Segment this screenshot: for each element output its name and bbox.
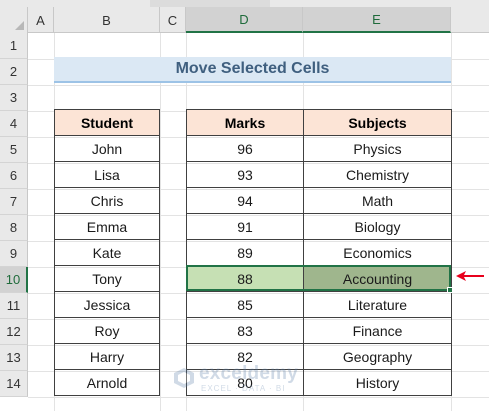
student-cell[interactable]: Harry [54, 343, 160, 370]
marks-cell[interactable]: 91 [186, 213, 304, 240]
student-cell[interactable]: Chris [54, 187, 160, 214]
row-header-5[interactable]: 5 [0, 137, 28, 163]
select-all-corner[interactable] [0, 7, 28, 33]
student-cell[interactable]: Jessica [54, 291, 160, 318]
row-header-14[interactable]: 14 [0, 371, 28, 397]
subject-cell[interactable]: History [303, 369, 452, 396]
select-all-triangle-icon [15, 21, 24, 30]
subject-cell[interactable]: Physics [303, 135, 452, 162]
student-header-cell[interactable]: Student [54, 109, 160, 136]
selected-marks-cell[interactable]: 88 [186, 265, 304, 292]
student-cell[interactable]: Roy [54, 317, 160, 344]
row-header-8[interactable]: 8 [0, 215, 28, 241]
column-header-c[interactable]: C [160, 7, 186, 33]
marks-cell[interactable]: 80 [186, 369, 304, 396]
selected-subject-cell[interactable]: Accounting [303, 265, 452, 292]
marks-cell[interactable]: 85 [186, 291, 304, 318]
marks-cell[interactable]: 82 [186, 343, 304, 370]
gridline [160, 33, 161, 411]
spreadsheet: A B C D E 1 2 3 4 5 6 7 8 9 10 11 12 13 … [0, 0, 489, 411]
student-cell[interactable]: Tony [54, 265, 160, 292]
marks-cell[interactable]: 96 [186, 135, 304, 162]
subjects-header-cell[interactable]: Subjects [303, 109, 452, 136]
column-header-a[interactable]: A [28, 7, 54, 33]
subject-cell[interactable]: Chemistry [303, 161, 452, 188]
fill-handle[interactable] [447, 287, 453, 293]
marks-cell[interactable]: 83 [186, 317, 304, 344]
ribbon-edge [150, 0, 270, 7]
student-cell[interactable]: Lisa [54, 161, 160, 188]
student-table: Student John Lisa Chris Emma Kate Tony J… [54, 109, 160, 396]
red-arrow-icon [456, 271, 484, 281]
subject-cell[interactable]: Math [303, 187, 452, 214]
row-header-6[interactable]: 6 [0, 163, 28, 189]
subject-cell[interactable]: Geography [303, 343, 452, 370]
subject-cell[interactable]: Finance [303, 317, 452, 344]
row-header-13[interactable]: 13 [0, 345, 28, 371]
row-header-3[interactable]: 3 [0, 85, 28, 111]
gridline [28, 397, 489, 398]
column-header-e[interactable]: E [303, 7, 451, 33]
subject-cell[interactable]: Literature [303, 291, 452, 318]
row-header-10[interactable]: 10 [0, 267, 28, 293]
sheet-title[interactable]: Move Selected Cells [54, 57, 451, 83]
student-cell[interactable]: Emma [54, 213, 160, 240]
subject-cell[interactable]: Economics [303, 239, 452, 266]
row-header-2[interactable]: 2 [0, 59, 28, 85]
subject-cell[interactable]: Biology [303, 213, 452, 240]
student-cell[interactable]: Arnold [54, 369, 160, 396]
marks-cell[interactable]: 94 [186, 187, 304, 214]
row-header-7[interactable]: 7 [0, 189, 28, 215]
marks-cell[interactable]: 93 [186, 161, 304, 188]
student-cell[interactable]: John [54, 135, 160, 162]
row-header-11[interactable]: 11 [0, 293, 28, 319]
student-cell[interactable]: Kate [54, 239, 160, 266]
column-header-d[interactable]: D [186, 7, 303, 33]
row-header-9[interactable]: 9 [0, 241, 28, 267]
column-header-bar: A B C D E [0, 0, 489, 33]
row-header-12[interactable]: 12 [0, 319, 28, 345]
gridline [28, 85, 489, 86]
row-header-4[interactable]: 4 [0, 111, 28, 137]
row-header-1[interactable]: 1 [0, 33, 28, 59]
marks-subjects-table: Marks Subjects 96 Physics 93 Chemistry 94 M… [186, 109, 452, 396]
marks-header-cell[interactable]: Marks [186, 109, 304, 136]
column-header-b[interactable]: B [54, 7, 160, 33]
marks-cell[interactable]: 89 [186, 239, 304, 266]
